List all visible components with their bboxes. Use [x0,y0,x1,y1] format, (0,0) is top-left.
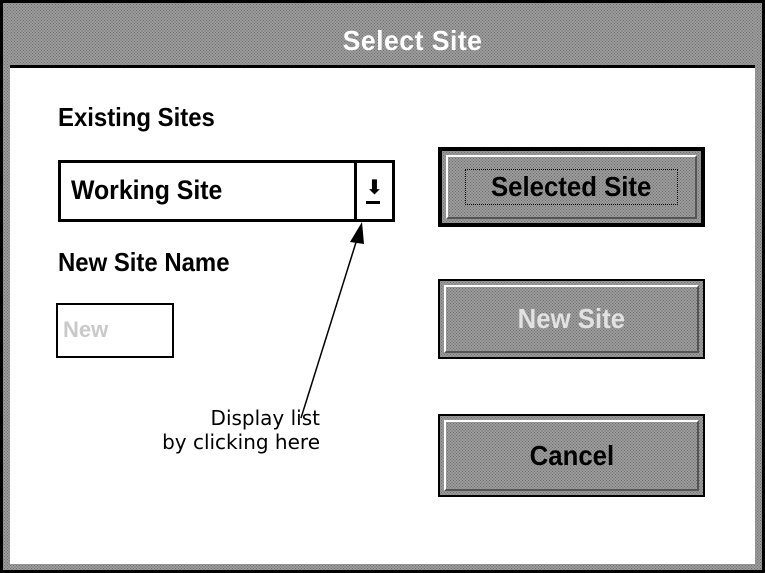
callout-annotation: Display list by clicking here [110,406,320,454]
title-bar[interactable]: Select Site [10,16,755,68]
down-arrow-icon: ⬇ [366,175,383,199]
new-site-button-label: New Site [517,303,626,334]
dialog-frame: Select Site Existing Sites Working Site … [3,3,762,570]
existing-sites-combobox[interactable]: Working Site ⬇ [58,160,395,222]
existing-sites-label: Existing Sites [58,102,215,132]
existing-sites-value: Working Site [71,175,223,205]
selected-site-button-label: Selected Site [491,171,652,202]
cancel-button[interactable]: Cancel [438,414,705,497]
new-site-button[interactable]: New Site [438,279,705,359]
select-site-dialog: Select Site Existing Sites Working Site … [0,0,765,573]
cancel-button-label: Cancel [529,439,614,471]
selected-site-button[interactable]: Selected Site [438,147,705,227]
new-site-name-input[interactable]: New [56,303,174,358]
dialog-title: Select Site [342,24,483,56]
down-arrow-underline [366,201,380,204]
dialog-client-area: Existing Sites Working Site ⬇ New Site N… [10,68,755,564]
new-site-name-value: New [63,317,109,342]
new-site-name-label: New Site Name [58,247,230,277]
callout-line-1: Display list [210,406,320,430]
dropdown-button[interactable]: ⬇ [354,163,392,219]
callout-line-2: by clicking here [162,430,320,454]
